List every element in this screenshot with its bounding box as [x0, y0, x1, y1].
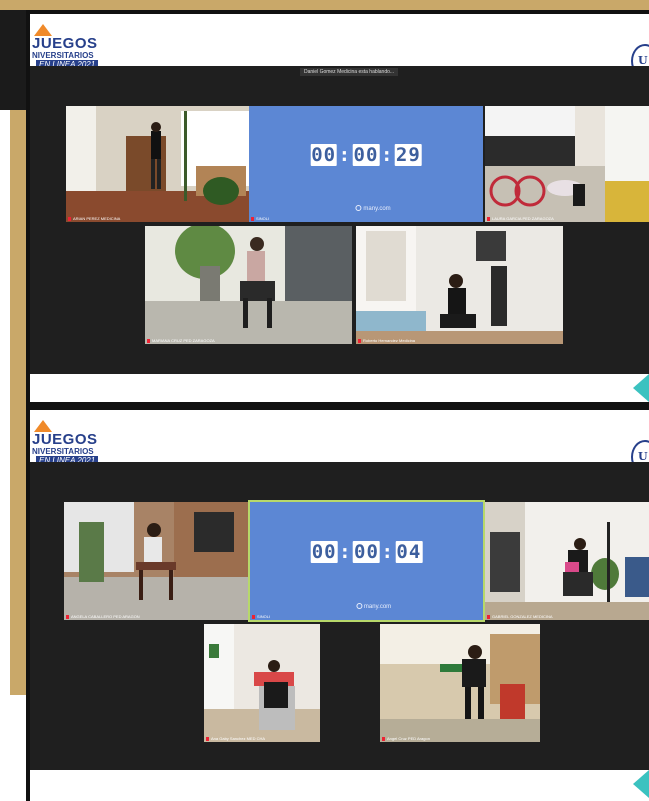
- video-call-screenshot-1: JUEGOS NIVERSITARIOS EN LINEA 2021 U Dan…: [26, 10, 649, 406]
- gold-frame-top: [0, 0, 649, 10]
- timer-brand: many.com: [355, 205, 391, 212]
- logo-subtitle: NIVERSITARIOS: [32, 51, 94, 60]
- logo-title: JUEGOS: [32, 431, 98, 448]
- participant-video-tile[interactable]: Angel Cruz PED Aragon: [380, 624, 540, 742]
- participant-video-frame: [356, 226, 563, 344]
- participant-name-label: SINOLI: [252, 614, 270, 619]
- logo-title: JUEGOS: [32, 35, 98, 52]
- participant-name-label: Roberto Hernandez Medicina: [358, 338, 415, 343]
- participant-name-label: Ana Gaby Sanchez MED CHA: [206, 736, 265, 741]
- video-call-screenshot-2: JUEGOS NIVERSITARIOS EN LINEA 2021 U ANG…: [26, 406, 649, 801]
- participant-video-tile[interactable]: Ana Gaby Sanchez MED CHA: [204, 624, 320, 742]
- timer-seconds: 04: [395, 540, 423, 563]
- participant-video-tile[interactable]: ARIAN PEREZ MEDICINA: [66, 106, 249, 222]
- event-banner: JUEGOS NIVERSITARIOS EN LINEA 2021 U: [30, 410, 649, 474]
- participant-name-label: GABRIEL GONZALEZ MEDICINA: [487, 614, 553, 619]
- dark-corner: [0, 10, 26, 110]
- participant-video-tile[interactable]: LAURA GARCIA PED ZARAGOZA: [485, 106, 649, 222]
- countdown-timer: 00:00:04: [310, 540, 423, 563]
- timer-minutes: 00: [353, 540, 380, 563]
- participant-name-label: MARIANA CRUZ PED ZARAGOZA: [147, 338, 215, 343]
- timer-brand: many.com: [355, 603, 391, 610]
- participant-video-tile[interactable]: ANGELA CABALLERO PED ARAGON: [64, 502, 250, 620]
- participant-video-frame: [485, 502, 649, 620]
- participant-video-frame: [204, 624, 320, 742]
- participant-video-tile[interactable]: GABRIEL GONZALEZ MEDICINA: [485, 502, 649, 620]
- brand-logo-icon: [355, 205, 362, 211]
- timer-minutes: 00: [352, 143, 380, 166]
- countdown-timer: 00:00:29: [310, 143, 422, 166]
- participant-video-frame: [380, 624, 540, 742]
- participant-name-label: SINOLI: [251, 216, 269, 221]
- participant-name-label: LAURA GARCIA PED ZARAGOZA: [487, 216, 554, 221]
- active-speaker-caption: Daniel Gomez Medicina esta hablando...: [300, 68, 399, 76]
- gallery-view: ANGELA CABALLERO PED ARAGON 00:00:04 man…: [30, 462, 649, 770]
- participant-name-label: Angel Cruz PED Aragon: [382, 736, 430, 741]
- teal-accent-icon: [633, 374, 649, 402]
- participant-video-frame: [66, 106, 249, 222]
- brand-logo-icon: [355, 603, 362, 609]
- gold-frame-left-lower: [10, 110, 26, 695]
- participant-name-label: ARIAN PEREZ MEDICINA: [68, 216, 120, 221]
- timer-hours: 00: [310, 540, 338, 563]
- participant-video-frame: [485, 106, 649, 222]
- juegos-logo: JUEGOS NIVERSITARIOS EN LINEA 2021: [32, 420, 142, 465]
- teal-accent-icon: [633, 770, 649, 798]
- participant-video-frame: [64, 502, 250, 620]
- participant-name-label: ANGELA CABALLERO PED ARAGON: [66, 614, 140, 619]
- timer-hours: 00: [310, 143, 338, 166]
- juegos-logo: JUEGOS NIVERSITARIOS EN LINEA 2021: [32, 24, 142, 69]
- participant-video-tile[interactable]: Roberto Hernandez Medicina: [356, 226, 563, 344]
- logo-subtitle: NIVERSITARIOS: [32, 447, 94, 456]
- event-banner: JUEGOS NIVERSITARIOS EN LINEA 2021 U: [30, 14, 649, 78]
- timer-video-tile[interactable]: 00:00:29 many.com SINOLI: [249, 106, 483, 222]
- participant-video-tile[interactable]: MARIANA CRUZ PED ZARAGOZA: [145, 226, 352, 344]
- timer-video-tile[interactable]: 00:00:04 many.com SINOLI: [248, 500, 485, 622]
- participant-video-frame: [145, 226, 352, 344]
- gallery-view: Daniel Gomez Medicina esta hablando... A…: [30, 66, 649, 374]
- timer-seconds: 29: [394, 143, 422, 166]
